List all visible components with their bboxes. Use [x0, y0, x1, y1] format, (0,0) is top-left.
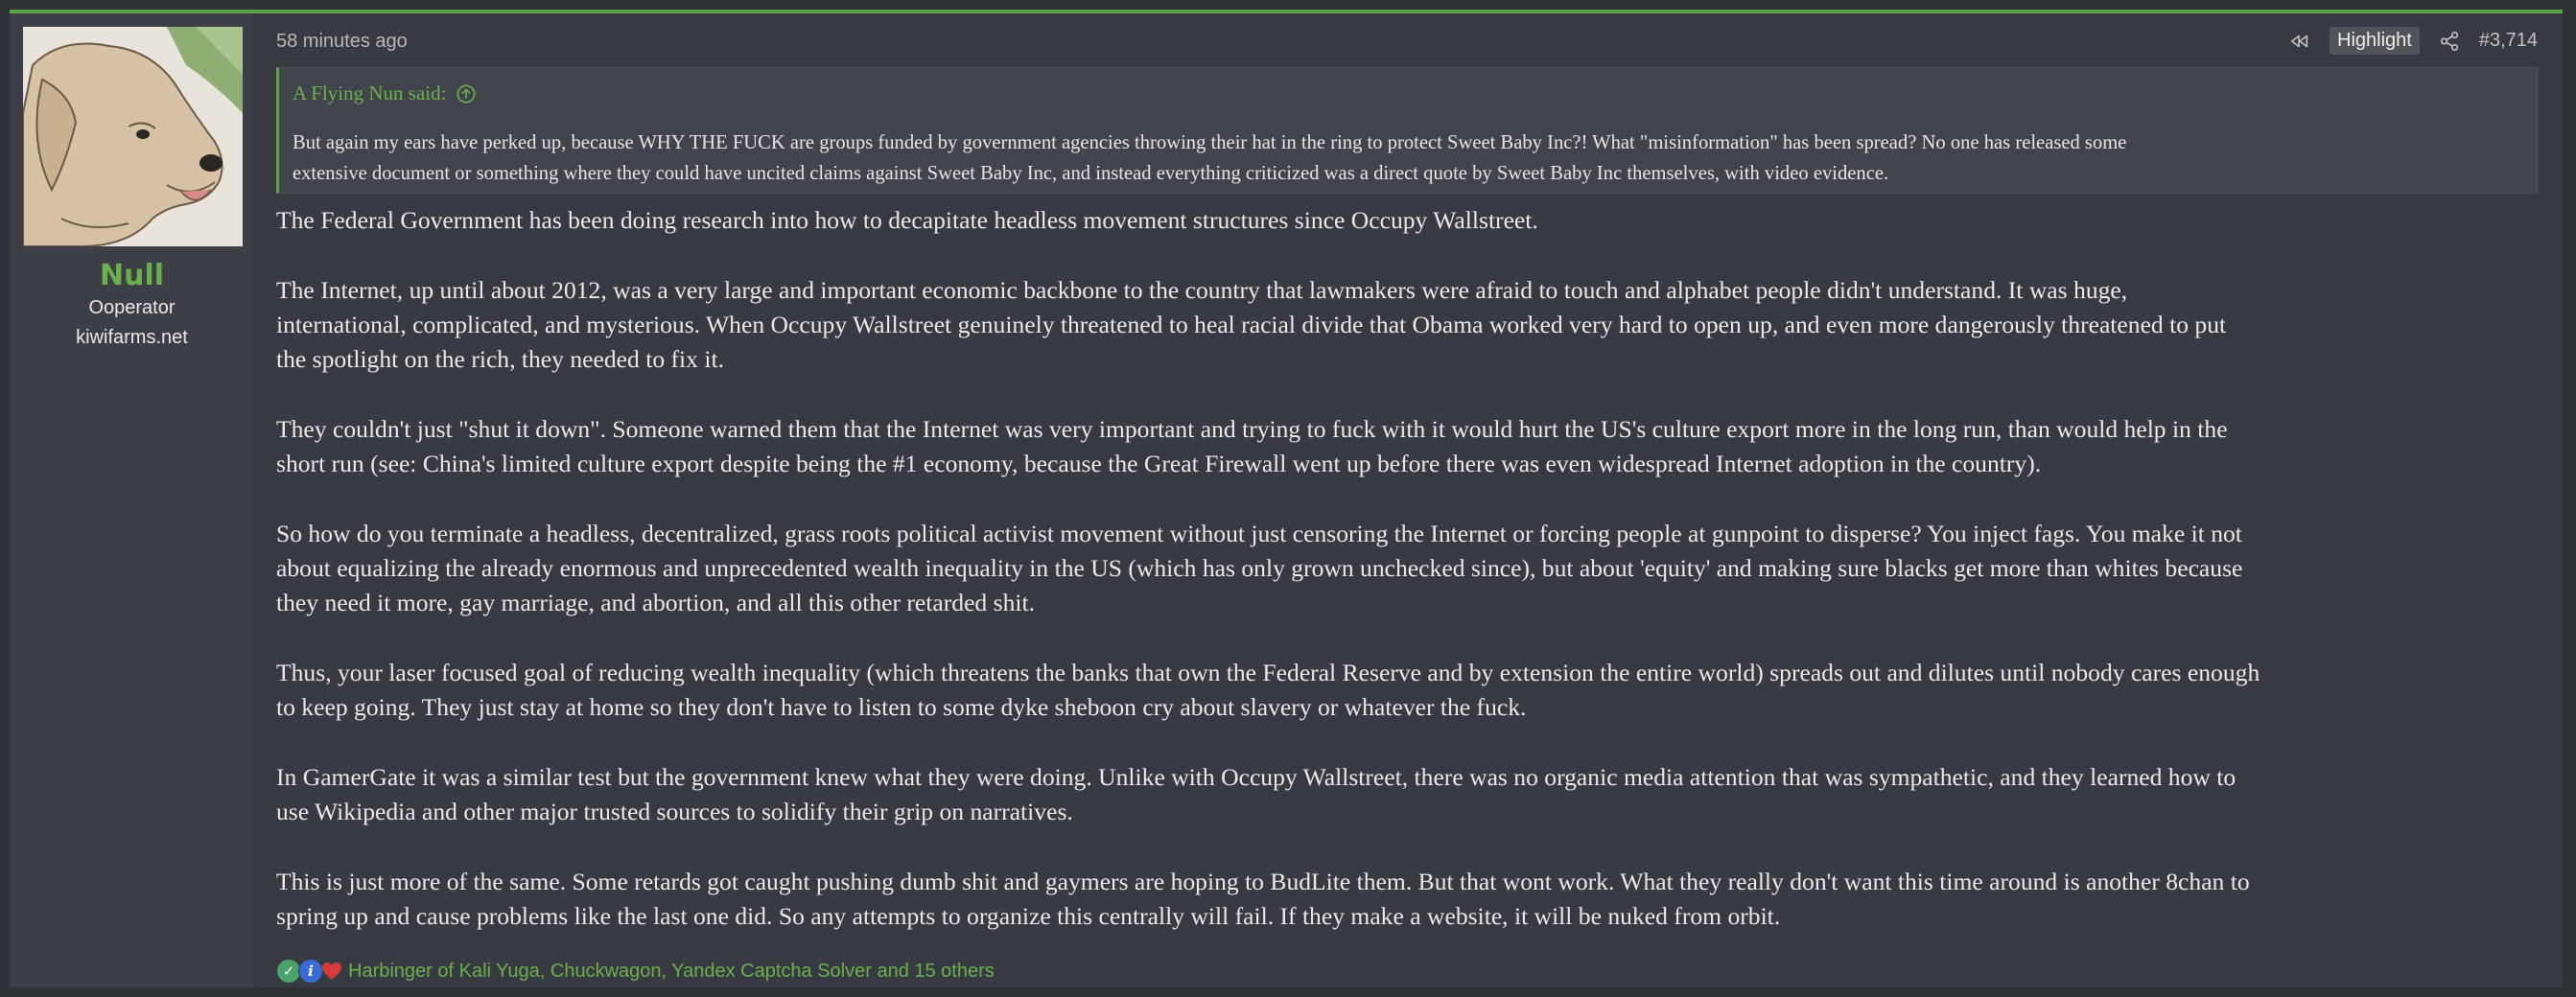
post-body: The Federal Government has been doing re… [276, 203, 2538, 969]
text-line: international, complicated, and mysterio… [276, 311, 2227, 338]
post-paragraph: The Internet, up until about 2012, was a… [276, 273, 2538, 377]
text-line: This is just more of the same. Some reta… [276, 868, 2250, 895]
username[interactable]: Null [10, 259, 254, 292]
post-actions: Highlight #3,714 [2287, 27, 2538, 55]
quote-text: But again my ears have perked up, becaus… [293, 128, 2523, 189]
quote-author-text: A Flying Nun said: [293, 81, 447, 104]
reaction-icons[interactable]: ✓ i [276, 959, 343, 984]
share-icon[interactable] [2437, 29, 2462, 54]
text-line: In GamerGate it was a similar test but t… [276, 763, 2236, 791]
post-paragraph: They couldn't just "shut it down". Someo… [276, 412, 2538, 481]
post-paragraph: This is just more of the same. Some reta… [276, 865, 2538, 934]
text-line: to keep going. They just stay at home so… [276, 693, 1527, 721]
arrow-up-circle-icon[interactable] [456, 83, 477, 104]
text-line: So how do you terminate a headless, dece… [276, 520, 2242, 547]
user-title: Ooperator [88, 297, 176, 318]
post-paragraph: In GamerGate it was a similar test but t… [276, 760, 2538, 829]
rewind-icon[interactable] [2287, 29, 2312, 54]
post-timestamp[interactable]: 58 minutes ago [276, 31, 408, 53]
avatar[interactable] [23, 27, 243, 246]
post-main: 58 minutes ago Highlight #3,714 A Flying… [265, 13, 2538, 987]
post-paragraph: Thus, your laser focused goal of reducin… [276, 656, 2538, 725]
quote-block: A Flying Nun said: But again my ears hav… [276, 67, 2538, 194]
text-line: about equalizing the already enormous an… [276, 554, 2243, 582]
text-line: Thus, your laser focused goal of reducin… [276, 659, 2260, 686]
quote-line: But again my ears have perked up, becaus… [293, 132, 2127, 153]
user-site: kiwifarms.net [76, 327, 188, 348]
text-line: The Federal Government has been doing re… [276, 206, 1538, 234]
page: Null Ooperator kiwifarms.net 58 minutes … [0, 0, 2576, 997]
dog-avatar-image [23, 27, 243, 246]
user-sidebar: Null Ooperator kiwifarms.net [10, 13, 255, 987]
post-number-link[interactable]: #3,714 [2479, 30, 2538, 52]
text-line: They couldn't just "shut it down". Someo… [276, 415, 2228, 443]
reactions-bar: ✓ i Harbinger of Kali Yuga, Chuckwagon, … [276, 959, 995, 984]
quote-author-link[interactable]: A Flying Nun said: [293, 81, 477, 105]
text-line: the spotlight on the rich, they needed t… [276, 345, 724, 373]
text-line: spring up and cause problems like the la… [276, 902, 1781, 930]
reaction-users-link[interactable]: Harbinger of Kali Yuga, Chuckwagon, Yand… [348, 961, 995, 983]
highlight-button[interactable]: Highlight [2330, 27, 2420, 55]
post-paragraph: The Federal Government has been doing re… [276, 203, 2538, 238]
text-line: use Wikipedia and other major trusted so… [276, 798, 1073, 825]
forum-post: Null Ooperator kiwifarms.net 58 minutes … [10, 10, 2563, 987]
post-paragraph: So how do you terminate a headless, dece… [276, 517, 2538, 620]
text-line: short run (see: China's limited culture … [276, 450, 2042, 477]
text-line: they need it more, gay marriage, and abo… [276, 589, 1036, 616]
heart-reaction-icon [320, 960, 343, 983]
text-line: The Internet, up until about 2012, was a… [276, 276, 2128, 304]
quote-line: extensive document or something where th… [293, 163, 1889, 184]
